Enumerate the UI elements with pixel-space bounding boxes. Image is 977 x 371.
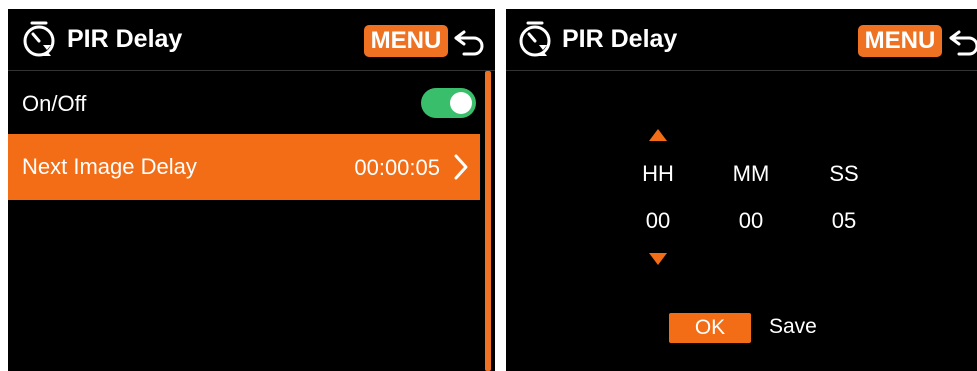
screen-header: PIR Delay MENU <box>506 9 977 71</box>
timer-clock-icon <box>519 21 551 57</box>
hours-value[interactable]: 00 <box>628 208 688 234</box>
page-title: PIR Delay <box>67 25 183 53</box>
save-label: Save <box>769 315 817 338</box>
seconds-label: SS <box>829 161 859 186</box>
menu-button[interactable]: MENU <box>364 25 448 57</box>
scrollbar[interactable] <box>485 71 491 371</box>
chevron-right-icon <box>454 154 468 180</box>
back-arrow-icon[interactable] <box>947 26 977 56</box>
screen-header: PIR Delay MENU <box>8 9 495 71</box>
minutes-value[interactable]: 00 <box>721 208 781 234</box>
ok-button[interactable]: OK <box>669 313 751 343</box>
arrow-down-icon[interactable] <box>649 253 667 265</box>
minutes-label: MM <box>732 161 770 186</box>
hours-label: HH <box>642 161 674 186</box>
on-off-row[interactable]: On/Off <box>8 71 480 137</box>
seconds-value[interactable]: 05 <box>814 208 874 234</box>
timer-clock-icon <box>23 21 55 57</box>
page-title: PIR Delay <box>562 25 678 53</box>
toggle-knob <box>450 92 472 114</box>
arrow-up-icon[interactable] <box>649 129 667 141</box>
on-off-label: On/Off <box>22 91 87 116</box>
next-image-delay-label: Next Image Delay <box>22 154 197 179</box>
back-arrow-icon[interactable] <box>452 26 488 56</box>
pir-delay-time-picker-screen: PIR Delay MENU HH MM SS 00 00 05 OK Save <box>506 9 977 371</box>
next-image-delay-value: 00:00:05 <box>354 155 440 180</box>
pir-delay-settings-screen: PIR Delay MENU On/Off Next Image Delay 0… <box>8 9 495 371</box>
menu-button[interactable]: MENU <box>858 25 942 57</box>
next-image-delay-row[interactable]: Next Image Delay 00:00:05 <box>8 134 480 200</box>
on-off-toggle[interactable] <box>421 88 476 118</box>
